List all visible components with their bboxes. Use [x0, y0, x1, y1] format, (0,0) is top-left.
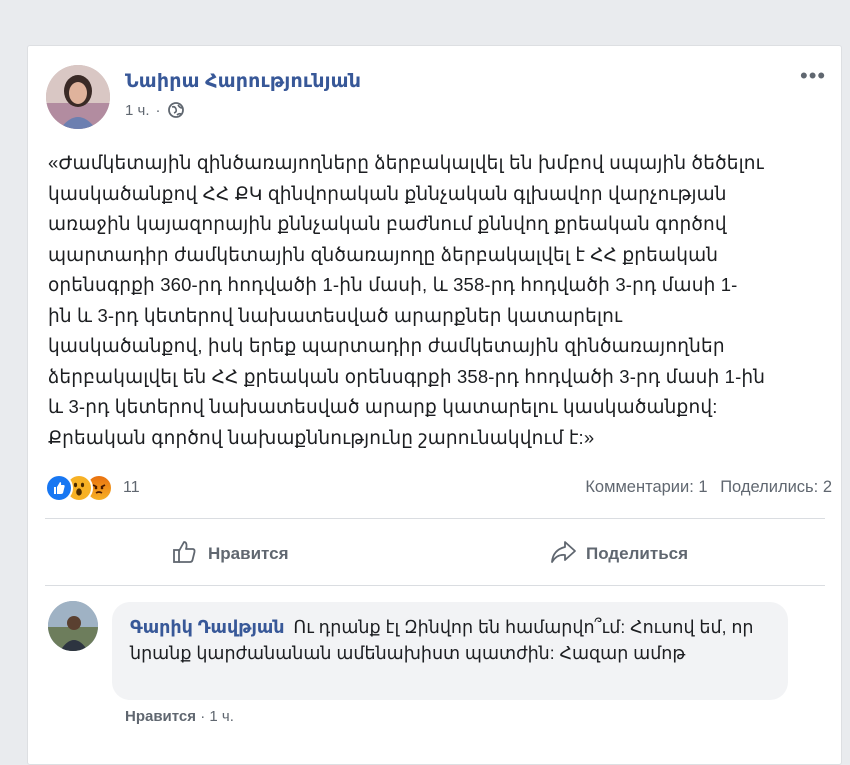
comment-like-link[interactable]: Нравится — [125, 708, 196, 725]
comments-count-link[interactable]: Комментарии: 1 — [585, 478, 707, 496]
comment-bubble: Գարիկ Դավթյան Ու դրանք էլ Զինվոր են համա… — [112, 602, 788, 700]
like-button-label: Нравится — [208, 544, 289, 563]
engagement-counts: Комментарии: 1 Поделились: 2 — [577, 478, 832, 497]
more-options-icon[interactable]: ••• — [800, 65, 826, 87]
author-avatar[interactable] — [46, 65, 110, 129]
share-button-label: Поделиться — [586, 544, 689, 563]
share-arrow-icon — [548, 537, 578, 572]
divider — [45, 518, 825, 519]
like-reaction-icon — [45, 474, 73, 502]
commenter-avatar[interactable] — [48, 601, 98, 651]
comment-time[interactable]: 1 ч. — [209, 708, 234, 725]
globe-icon[interactable] — [167, 101, 185, 119]
post-text: «Ժամկետային զինծառայողները ձերբակալվել ե… — [48, 152, 766, 448]
thumbs-up-icon — [170, 537, 200, 572]
meta-separator: · — [155, 101, 161, 119]
post-author-name[interactable]: Նաիրա Հարությունյան — [125, 70, 361, 93]
share-button[interactable]: Поделиться — [548, 534, 688, 574]
comment-actions: Нравится · 1 ч. — [125, 708, 234, 725]
comment-author-name[interactable]: Գարիկ Դավթյան — [130, 617, 285, 637]
shares-count-link[interactable]: Поделились: 2 — [720, 478, 832, 496]
divider — [45, 585, 825, 586]
reaction-count: 11 — [123, 479, 140, 496]
comment-actions-separator: · — [200, 708, 206, 725]
post-time[interactable]: 1 ч. — [125, 102, 150, 119]
like-button[interactable]: Нравится — [170, 534, 289, 574]
reactions-summary[interactable]: 11 — [45, 474, 140, 502]
post-meta: 1 ч. · — [125, 101, 185, 119]
